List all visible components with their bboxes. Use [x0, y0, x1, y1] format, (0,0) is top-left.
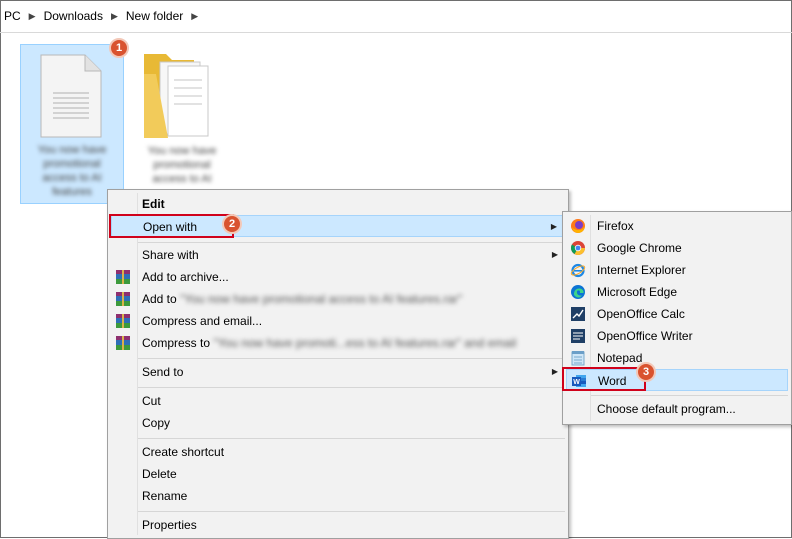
openoffice-calc-icon: [571, 307, 585, 321]
menu-separator: [591, 395, 788, 396]
menu-item-create-shortcut[interactable]: Create shortcut: [111, 441, 565, 463]
menu-item-openoffice-calc[interactable]: OpenOffice Calc: [566, 303, 788, 325]
winrar-icon: [116, 292, 130, 306]
menu-item-rename[interactable]: Rename: [111, 485, 565, 507]
folder-icon: [144, 54, 209, 138]
menu-item-add-to-rar[interactable]: Add to "You now have promotional access …: [111, 288, 565, 310]
menu-item-choose-default-program[interactable]: Choose default program...: [566, 398, 788, 420]
submenu-arrow-icon: ▶: [551, 367, 558, 376]
step-badge-1: 1: [109, 38, 129, 58]
chevron-right-icon: ▶: [28, 10, 36, 21]
menu-separator: [138, 387, 565, 388]
chevron-right-icon: ▶: [191, 10, 199, 21]
menu-separator: [138, 438, 565, 439]
context-menu: Edit Open with ▶ Share with ▶ Add to arc…: [107, 189, 569, 539]
winrar-icon: [116, 314, 130, 328]
breadcrumb-new-folder[interactable]: New folder: [122, 9, 187, 23]
menu-separator: [138, 358, 565, 359]
menu-item-copy[interactable]: Copy: [111, 412, 565, 434]
edge-icon: [571, 285, 585, 299]
menu-item-compress-email[interactable]: Compress and email...: [111, 310, 565, 332]
menu-item-openoffice-writer[interactable]: OpenOffice Writer: [566, 325, 788, 347]
menu-item-properties[interactable]: Properties: [111, 514, 565, 536]
menu-item-compress-to[interactable]: Compress to "You now have promoti...ess …: [111, 332, 565, 354]
chevron-right-icon: ▶: [110, 10, 118, 21]
winrar-icon: [116, 270, 130, 284]
menu-item-internet-explorer[interactable]: Internet Explorer: [566, 259, 788, 281]
submenu-arrow-icon: ▶: [551, 250, 558, 259]
highlight-box-open-with: [109, 214, 234, 238]
file-name: You now have promotional access to AI: [147, 145, 217, 185]
menu-item-edit[interactable]: Edit: [111, 193, 565, 215]
menu-item-share-with[interactable]: Share with ▶: [111, 244, 565, 266]
step-badge-2: 2: [222, 214, 242, 234]
menu-item-add-to-archive[interactable]: Add to archive...: [111, 266, 565, 288]
menu-separator: [138, 511, 565, 512]
menu-separator: [138, 242, 565, 243]
step-badge-3: 3: [636, 362, 656, 382]
breadcrumb-pc[interactable]: PC: [0, 9, 25, 23]
menu-item-cut[interactable]: Cut: [111, 390, 565, 412]
winrar-icon: [116, 336, 130, 350]
menu-item-chrome[interactable]: Google Chrome: [566, 237, 788, 259]
document-icon: [40, 54, 102, 138]
submenu-arrow-icon: ▶: [550, 222, 557, 231]
chrome-icon: [570, 241, 585, 255]
openoffice-writer-icon: [571, 329, 585, 343]
file-item[interactable]: You now have promotional access to AI: [130, 44, 234, 204]
internet-explorer-icon: [570, 263, 586, 278]
menu-item-delete[interactable]: Delete: [111, 463, 565, 485]
highlight-box-word: [562, 367, 646, 391]
menu-item-notepad[interactable]: Notepad: [566, 347, 788, 369]
notepad-icon: [571, 351, 585, 366]
address-bar[interactable]: PC ▶ Downloads ▶ New folder ▶: [0, 0, 792, 33]
menu-item-firefox[interactable]: Firefox: [566, 215, 788, 237]
file-item-selected[interactable]: You now have promotional access to AI fe…: [20, 44, 124, 204]
open-with-submenu: Firefox Google Chrome Internet Explorer …: [562, 211, 792, 425]
firefox-icon: [571, 219, 585, 233]
menu-item-send-to[interactable]: Send to ▶: [111, 361, 565, 383]
breadcrumb-downloads[interactable]: Downloads: [40, 9, 107, 23]
menu-item-edge[interactable]: Microsoft Edge: [566, 281, 788, 303]
